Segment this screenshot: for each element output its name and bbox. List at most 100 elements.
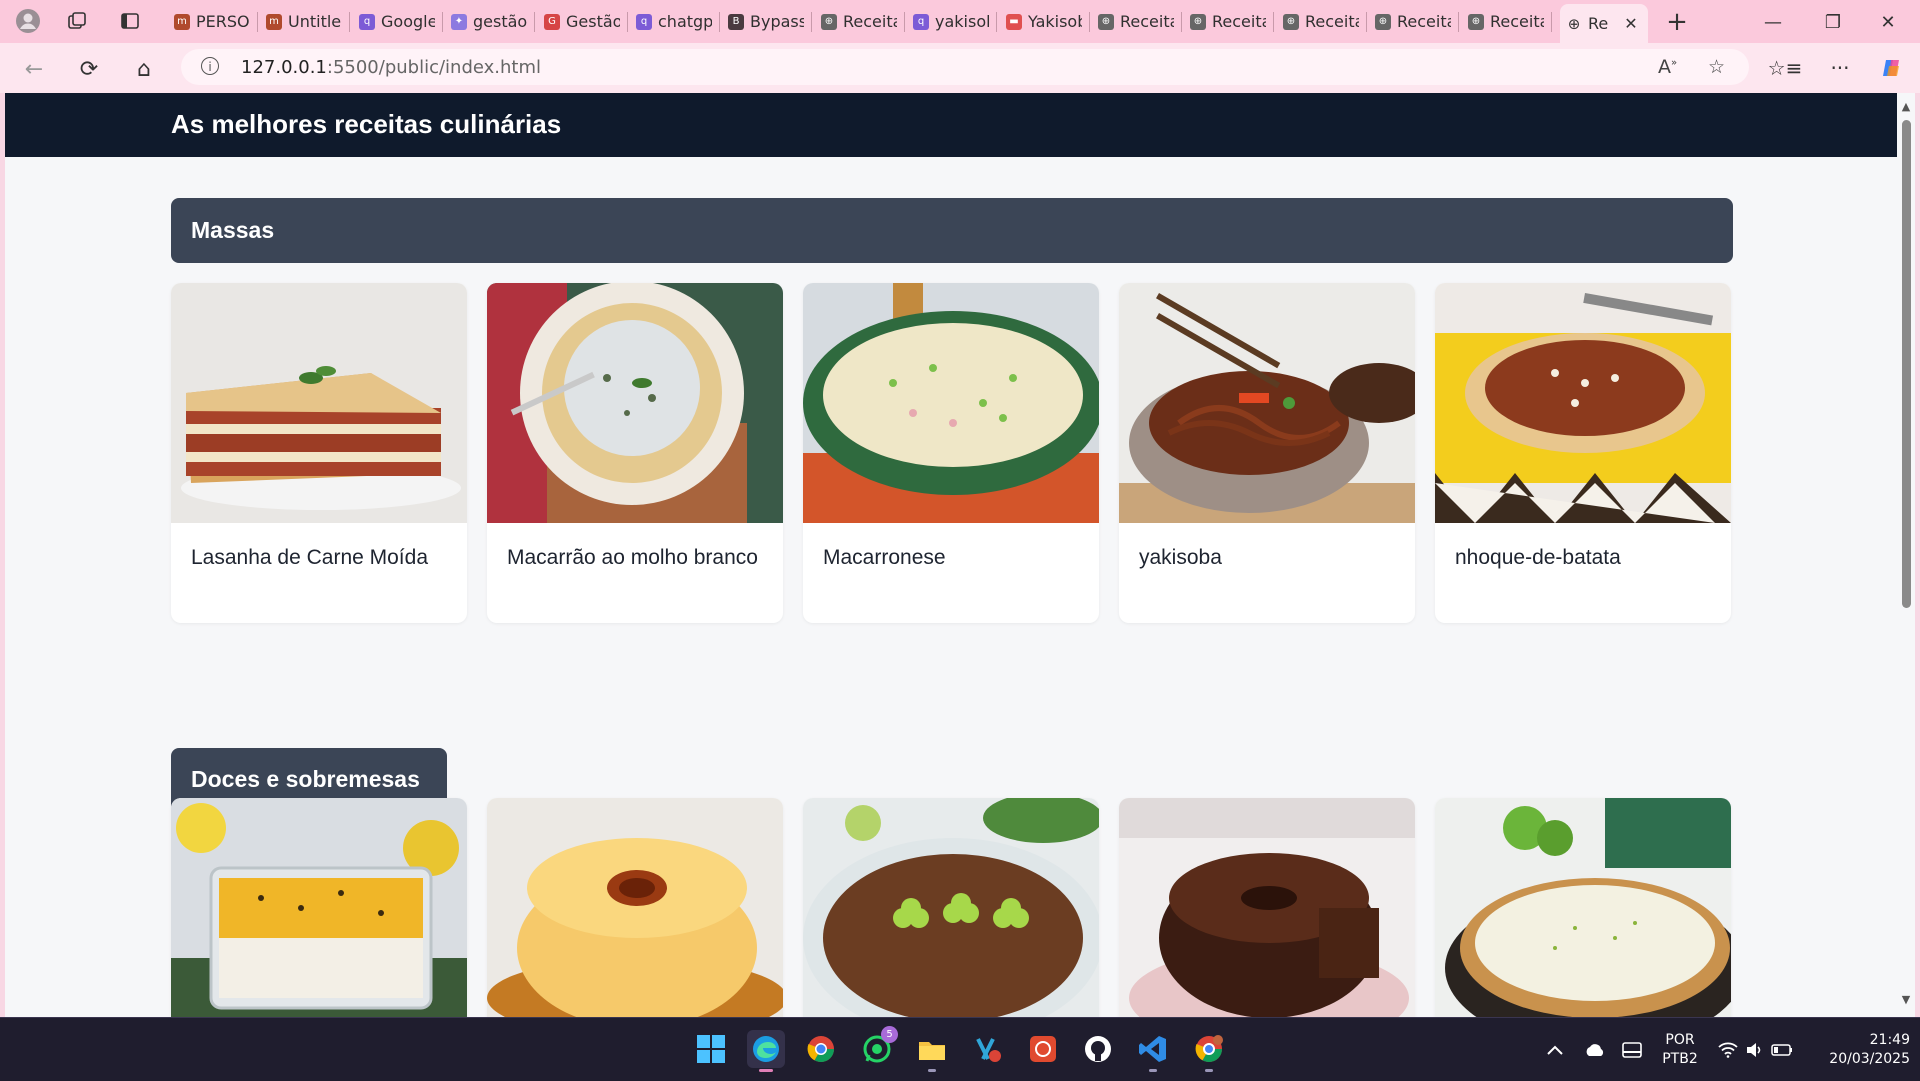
page-scrollbar[interactable]: ▲ ▼ [1897, 93, 1915, 1017]
browser-tab[interactable]: G Gestão [538, 4, 626, 39]
tab-separator [904, 12, 905, 32]
browser-tab[interactable]: ▬ Yakisob [1000, 4, 1088, 39]
browser-tab[interactable]: m Untitled [260, 4, 348, 39]
site-info-icon[interactable]: i [201, 57, 219, 75]
recipe-image-nhoque [1435, 283, 1731, 523]
tab-label: Google [381, 12, 435, 31]
recipe-card[interactable] [171, 798, 467, 1017]
tab-label: Receita [1305, 12, 1359, 31]
start-button[interactable] [692, 1030, 730, 1068]
tab-favicon-icon: ✦ [451, 13, 467, 30]
workspaces-icon[interactable] [63, 7, 91, 35]
browser-tab[interactable]: q Google [353, 4, 441, 39]
language-code: POR [1665, 1031, 1695, 1048]
tab-separator [1551, 12, 1552, 32]
refresh-button[interactable]: ⟳ [73, 53, 105, 85]
favorite-star-icon[interactable]: ☆ [1708, 56, 1725, 78]
tab-active[interactable]: ⊕ Re ✕ [1560, 4, 1648, 43]
recipe-card[interactable]: nhoque-de-batata [1435, 283, 1731, 623]
onedrive-cloud-icon[interactable] [1580, 1018, 1610, 1081]
url-text[interactable]: 127.0.0.1:5500/public/index.html [241, 57, 541, 78]
recipe-card[interactable] [487, 798, 783, 1017]
new-tab-button[interactable]: + [1662, 7, 1692, 37]
tab-favicon-icon: q [636, 13, 652, 30]
close-window-button[interactable]: ✕ [1868, 8, 1908, 36]
browser-tab[interactable]: ⊕ Receita [815, 4, 903, 39]
app-taskbar-icon[interactable] [969, 1030, 1007, 1068]
tab-favicon-icon: q [913, 13, 929, 30]
browser-tab[interactable]: ⊕ Receita [1184, 4, 1272, 39]
recipe-title[interactable]: Macarrão ao molho branco [487, 523, 783, 573]
input-language-indicator[interactable]: POR PTB2 [1655, 1018, 1705, 1081]
scroll-up-arrow-icon[interactable]: ▲ [1901, 100, 1911, 113]
copilot-icon[interactable] [1877, 53, 1907, 83]
clock[interactable]: 21:49 20/03/2025 [1810, 1018, 1910, 1081]
page-viewport: As melhores receitas culinárias Massas L… [5, 93, 1897, 1017]
browser-tab[interactable]: ⊕ Receita [1092, 4, 1180, 39]
wifi-icon[interactable] [1713, 1018, 1743, 1081]
red-app-taskbar-icon[interactable] [1024, 1030, 1062, 1068]
tab-label: Receita [1212, 12, 1266, 31]
recipe-card[interactable] [1435, 798, 1731, 1017]
recipe-image-lasanha [171, 283, 467, 523]
more-options-icon[interactable]: ··· [1825, 53, 1855, 83]
recipe-title[interactable]: yakisoba [1119, 523, 1415, 573]
section-heading-massas: Massas [171, 198, 1733, 263]
browser-tab[interactable]: ✦ gestão [445, 4, 533, 39]
vscode-taskbar-icon[interactable] [1134, 1030, 1172, 1072]
tab-separator [1366, 12, 1367, 32]
recipe-image-dessert-1 [171, 798, 467, 1017]
back-button[interactable]: ← [18, 53, 50, 85]
tab-favicon-icon: q [359, 13, 375, 30]
browser-tab[interactable]: ⊕ Receita [1369, 4, 1457, 39]
tab-label: Receita [1490, 12, 1544, 31]
recipe-card[interactable] [803, 798, 1099, 1017]
volume-icon[interactable] [1740, 1018, 1770, 1081]
recipe-card[interactable]: Lasanha de Carne Moída [171, 283, 467, 623]
browser-tab[interactable]: q yakisob [907, 4, 995, 39]
tab-favicon-icon: ⊕ [1283, 13, 1299, 30]
tab-favicon-icon: G [544, 13, 560, 30]
recipe-card[interactable]: Macarronese [803, 283, 1099, 623]
tab-separator [627, 12, 628, 32]
home-button[interactable]: ⌂ [128, 53, 160, 85]
restore-button[interactable]: ❐ [1813, 8, 1853, 36]
recipe-title[interactable]: Lasanha de Carne Moída [171, 523, 467, 573]
chrome-taskbar-icon[interactable] [802, 1030, 840, 1068]
recipe-title[interactable]: nhoque-de-batata [1435, 523, 1731, 573]
favorites-icon[interactable]: ☆≡ [1768, 53, 1803, 83]
profile-avatar-icon[interactable] [14, 7, 42, 35]
browser-tab[interactable]: ⊕ Receita [1462, 4, 1550, 39]
scroll-down-arrow-icon[interactable]: ▼ [1901, 993, 1911, 1006]
tab-actions-icon[interactable] [116, 7, 144, 35]
edge-taskbar-icon[interactable] [747, 1030, 785, 1072]
file-explorer-taskbar-icon[interactable] [913, 1030, 951, 1072]
chrome-profile-taskbar-icon[interactable] [1190, 1030, 1228, 1072]
scrollbar-thumb[interactable] [1902, 120, 1911, 608]
tab-favicon-icon: B [728, 13, 744, 30]
browser-tab[interactable]: ⊕ Receita [1277, 4, 1365, 39]
tab-favicon-icon: ⊕ [1375, 13, 1391, 30]
keyboard-layout: PTB2 [1662, 1050, 1698, 1067]
address-bar[interactable]: i 127.0.0.1:5500/public/index.html A» ☆ [181, 49, 1749, 85]
browser-tab[interactable]: B Bypass [722, 4, 810, 39]
github-taskbar-icon[interactable] [1079, 1030, 1117, 1068]
tablet-mode-icon[interactable] [1617, 1018, 1647, 1081]
tab-label: yakisob [935, 12, 989, 31]
show-hidden-icons-chevron-icon[interactable] [1540, 1018, 1570, 1081]
recipe-card[interactable] [1119, 798, 1415, 1017]
site-header: As melhores receitas culinárias [5, 93, 1897, 157]
minimize-button[interactable]: — [1753, 8, 1793, 36]
recipe-image-dessert-3 [803, 798, 1099, 1017]
recipe-title[interactable]: Macarronese [803, 523, 1099, 573]
browser-tab[interactable]: q chatgp [630, 4, 718, 39]
whatsapp-taskbar-icon[interactable]: 5 [858, 1026, 898, 1068]
browser-tab[interactable]: m PERSON [168, 4, 256, 39]
recipe-card[interactable]: Macarrão ao molho branco [487, 283, 783, 623]
battery-icon[interactable] [1767, 1018, 1797, 1081]
close-tab-icon[interactable]: ✕ [1624, 14, 1637, 33]
recipe-card[interactable]: yakisoba [1119, 283, 1415, 623]
read-aloud-icon[interactable]: A» [1658, 56, 1677, 78]
tab-label: Re [1588, 14, 1609, 33]
tab-favicon-icon: m [174, 13, 190, 30]
